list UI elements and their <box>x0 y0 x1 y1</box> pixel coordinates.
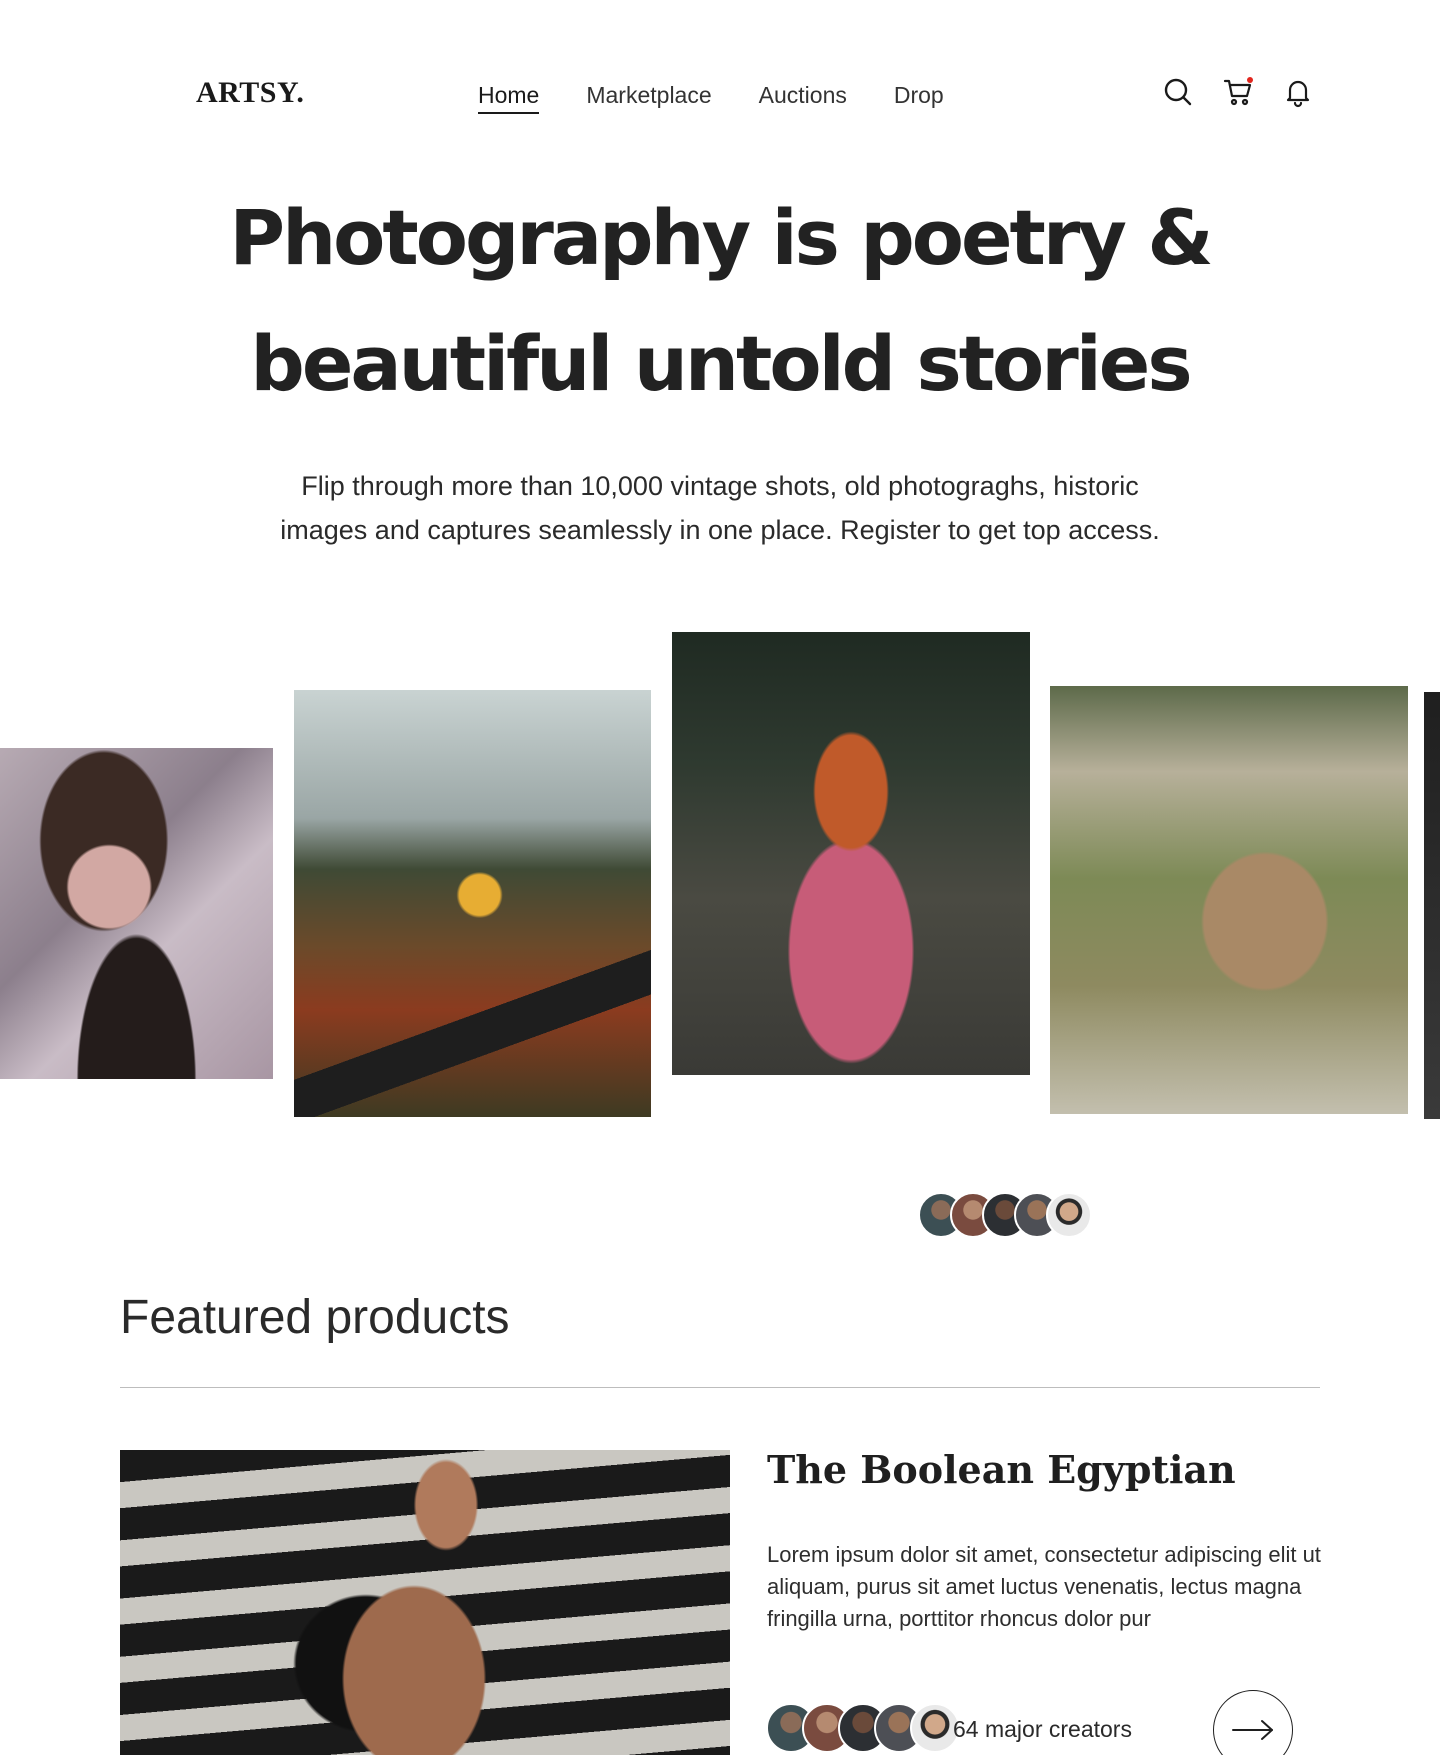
creators-count: 64 major creators <box>953 1716 1132 1742</box>
photo-portrait-sunglasses[interactable] <box>0 748 273 1079</box>
creator-avatar-stack[interactable] <box>918 1192 1092 1238</box>
hero-title-line-2: beautiful untold stories <box>250 319 1192 408</box>
main-nav: Home Marketplace Auctions Drop <box>478 82 944 114</box>
product-image-figure <box>270 1450 590 1755</box>
nav-item-drop[interactable]: Drop <box>894 82 944 114</box>
hero-subtitle-line-2: images and captures seamlessly in one pl… <box>280 515 1160 545</box>
product-description: Lorem ipsum dolor sit amet, consectetur … <box>767 1542 1321 1631</box>
photo-partial[interactable] <box>1424 692 1440 1119</box>
search-icon[interactable] <box>1162 76 1194 108</box>
photo-red-haired-woman[interactable] <box>672 632 1030 1075</box>
product-title[interactable]: The Boolean Egyptian <box>767 1447 1236 1492</box>
featured-heading: Featured products <box>120 1291 510 1344</box>
nav-actions <box>1162 76 1314 108</box>
cart-icon[interactable] <box>1222 76 1254 108</box>
product-creator-avatars[interactable] <box>766 1703 960 1753</box>
hero-subtitle: Flip through more than 10,000 vintage sh… <box>0 464 1440 552</box>
avatar <box>1046 1192 1092 1238</box>
photo-maple-leaf[interactable] <box>294 690 651 1117</box>
nav-item-home[interactable]: Home <box>478 82 540 114</box>
cart-notification-dot <box>1247 77 1253 83</box>
view-product-button[interactable] <box>1213 1690 1293 1755</box>
bell-icon[interactable] <box>1282 76 1314 108</box>
product-image[interactable] <box>120 1450 730 1755</box>
arrow-right-icon <box>1232 1720 1273 1740</box>
section-divider <box>120 1387 1320 1388</box>
hero-title: Photography is poetry & beautiful untold… <box>0 175 1440 427</box>
hero-subtitle-line-1: Flip through more than 10,000 vintage sh… <box>301 471 1139 501</box>
nav-item-auctions[interactable]: Auctions <box>759 82 847 114</box>
hero-title-line-1: Photography is poetry & <box>229 193 1213 282</box>
brand-logo[interactable]: ARTSY. <box>196 76 304 110</box>
photo-kangaroo[interactable] <box>1050 686 1408 1114</box>
nav-item-marketplace[interactable]: Marketplace <box>586 82 711 114</box>
